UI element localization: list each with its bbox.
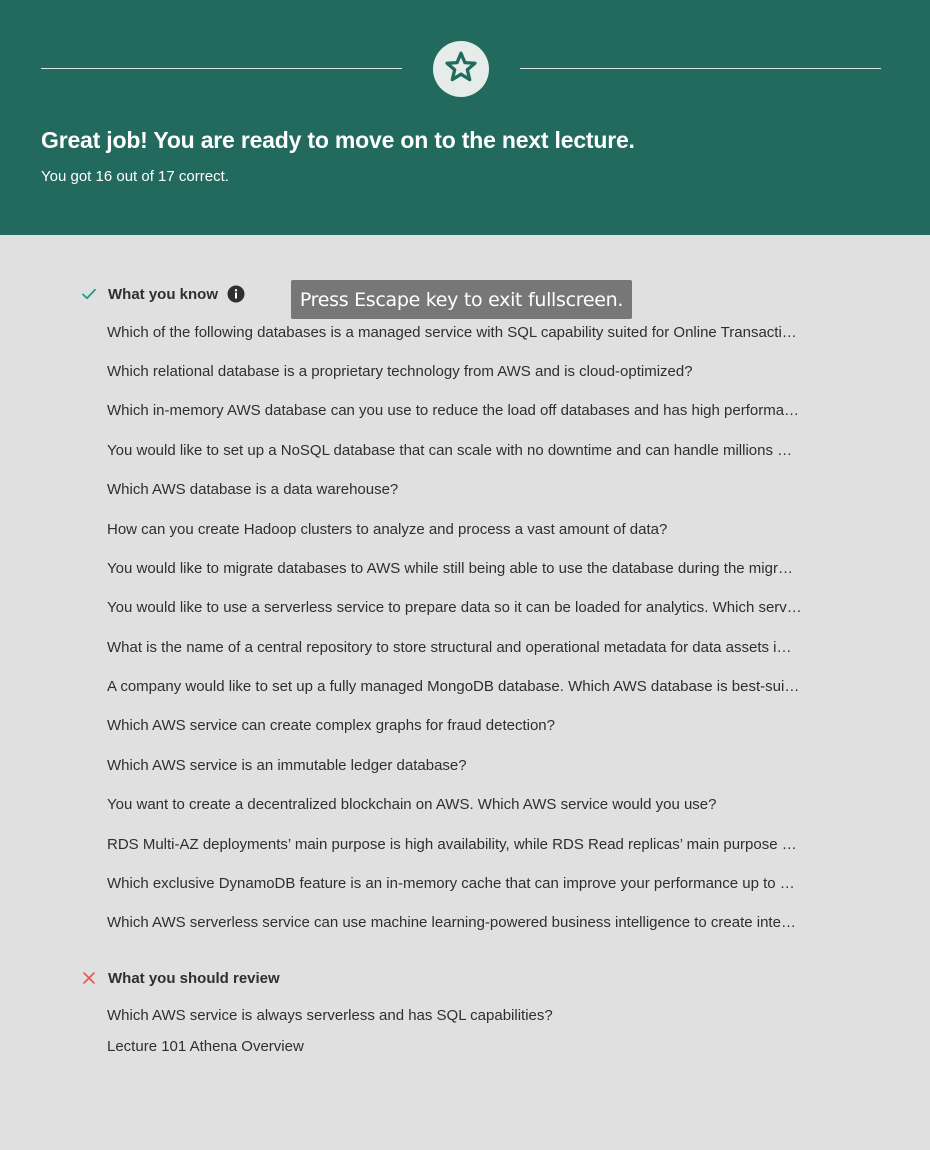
known-question[interactable]: Which AWS serverless service can use mac… (107, 913, 844, 933)
check-icon (80, 285, 98, 303)
known-section-title: What you know (108, 285, 218, 303)
header-divider-left (41, 68, 402, 69)
known-section-header: What you know (80, 284, 245, 304)
review-lecture-link[interactable]: Lecture 101 Athena Overview (107, 1037, 304, 1057)
known-question[interactable]: Which relational database is a proprieta… (107, 362, 844, 382)
known-question[interactable]: How can you create Hadoop clusters to an… (107, 520, 844, 540)
known-question[interactable]: Which exclusive DynamoDB feature is an i… (107, 874, 844, 894)
star-icon (443, 49, 479, 90)
x-icon (80, 969, 98, 987)
known-question[interactable]: Which AWS database is a data warehouse? (107, 480, 844, 500)
known-question[interactable]: You would like to migrate databases to A… (107, 559, 844, 579)
header-divider-right (520, 68, 881, 69)
known-question[interactable]: A company would like to set up a fully m… (107, 677, 844, 697)
star-badge (433, 41, 489, 97)
review-question[interactable]: Which AWS service is always serverless a… (107, 1006, 844, 1026)
fullscreen-toast: Press Escape key to exit fullscreen. (291, 280, 632, 319)
known-question[interactable]: You want to create a decentralized block… (107, 795, 844, 815)
known-question[interactable]: What is the name of a central repository… (107, 638, 844, 658)
result-headline: Great job! You are ready to move on to t… (41, 127, 635, 153)
info-icon[interactable] (227, 285, 245, 303)
results-header: Great job! You are ready to move on to t… (0, 0, 930, 235)
known-question[interactable]: You would like to set up a NoSQL databas… (107, 441, 844, 461)
known-question[interactable]: Which AWS service can create complex gra… (107, 716, 844, 736)
review-section-header: What you should review (80, 968, 280, 988)
review-section-title: What you should review (108, 969, 280, 987)
known-question[interactable]: Which in-memory AWS database can you use… (107, 401, 844, 421)
known-question[interactable]: You would like to use a serverless servi… (107, 598, 844, 618)
known-question[interactable]: Which of the following databases is a ma… (107, 323, 844, 343)
score-text: You got 16 out of 17 correct. (41, 168, 229, 185)
known-question[interactable]: Which AWS service is an immutable ledger… (107, 756, 844, 776)
known-question[interactable]: RDS Multi-AZ deployments’ main purpose i… (107, 835, 844, 855)
